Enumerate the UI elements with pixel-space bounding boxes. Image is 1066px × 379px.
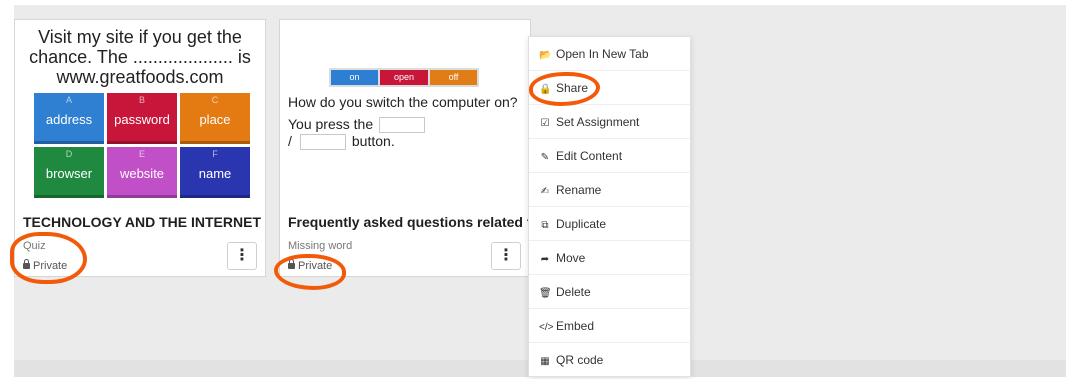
checkbox-icon: ☑	[540, 118, 550, 129]
tile-letter: C	[211, 95, 219, 105]
card-thumbnail[interactable]: on open off How do you switch the comput…	[280, 20, 530, 210]
menu-item-label: Rename	[556, 183, 602, 197]
tile-word: password	[114, 112, 170, 127]
card-type-label: Missing word	[288, 240, 353, 252]
tile-word: name	[198, 166, 232, 181]
menu-item-label: Delete	[556, 285, 591, 299]
menu-item-move[interactable]: ➦ Move	[529, 241, 690, 275]
blank-box	[299, 134, 346, 151]
tile-letter: E	[138, 149, 145, 159]
move-icon: ➦	[540, 254, 550, 265]
copy-icon: ⧉	[541, 220, 549, 231]
switch-open-segment: open	[380, 70, 428, 85]
tile-letter: A	[65, 95, 72, 105]
answer-tile-e: E website	[107, 147, 177, 198]
line-text: button.	[351, 133, 395, 149]
menu-item-delete[interactable]: 🗑 Delete	[529, 275, 690, 309]
menu-item-label: Move	[556, 251, 586, 265]
menu-item-embed[interactable]: </> Embed	[529, 309, 690, 343]
card-title[interactable]: Frequently asked questions related t	[288, 214, 528, 230]
card-thumbnail[interactable]: Visit my site if you get the chance. The…	[15, 20, 265, 210]
code-icon: </>	[539, 322, 554, 333]
line-text: You press the	[288, 116, 374, 132]
missing-word-line-1: You press the	[288, 116, 426, 134]
more-options-button[interactable]: ⋮	[491, 242, 521, 270]
more-options-button[interactable]: ⋮	[227, 242, 257, 270]
tile-word: address	[45, 112, 93, 127]
tile-letter: D	[65, 149, 73, 159]
switch-off-segment: off	[430, 70, 477, 85]
menu-item-edit-content[interactable]: ✎ Edit Content	[529, 139, 690, 173]
folder-open-icon: 📂	[539, 50, 552, 61]
tile-letter: B	[138, 95, 145, 105]
pencil-icon: ✎	[540, 152, 550, 163]
answer-tile-f: F name	[180, 147, 250, 198]
tile-word: browser	[45, 166, 93, 181]
blank-box	[379, 117, 426, 134]
activity-card-faq[interactable]: on open off How do you switch the comput…	[279, 19, 531, 277]
left-gutter	[0, 5, 14, 377]
edit-box-icon: ✍	[540, 186, 550, 197]
quiz-question-text: Visit my site if you get the chance. The…	[29, 27, 251, 87]
menu-item-set-assignment[interactable]: ☑ Set Assignment	[529, 105, 690, 139]
card-title[interactable]: TECHNOLOGY AND THE INTERNET	[23, 214, 263, 230]
line-slash: /	[288, 133, 292, 149]
annotation-circle-private-1	[10, 232, 87, 284]
switch-graphic: on open off	[329, 68, 479, 87]
qrcode-icon: ▦	[540, 356, 550, 367]
menu-item-label: Set Assignment	[556, 115, 640, 129]
missing-word-line-2: / button.	[288, 133, 395, 151]
tile-letter: F	[212, 149, 218, 159]
trash-icon: 🗑	[539, 288, 552, 299]
answer-tile-c: C place	[180, 93, 250, 144]
tile-word: place	[199, 112, 231, 127]
menu-item-label: Open In New Tab	[556, 47, 649, 61]
answer-tile-d: D browser	[34, 147, 104, 198]
missing-word-question: How do you switch the computer on?	[288, 94, 518, 110]
menu-item-label: Duplicate	[556, 217, 607, 231]
tile-word: website	[119, 166, 165, 181]
menu-item-label: QR code	[556, 353, 604, 367]
menu-item-label: Embed	[556, 319, 595, 333]
answer-tile-a: A address	[34, 93, 104, 144]
menu-item-duplicate[interactable]: ⧉ Duplicate	[529, 207, 690, 241]
switch-on-segment: on	[331, 70, 378, 85]
menu-item-open-in-new-tab[interactable]: 📂 Open In New Tab	[529, 37, 690, 71]
menu-item-rename[interactable]: ✍ Rename	[529, 173, 690, 207]
menu-item-qr-code[interactable]: ▦ QR code	[529, 343, 690, 377]
answer-tile-b: B password	[107, 93, 177, 144]
menu-item-label: Edit Content	[556, 149, 623, 163]
